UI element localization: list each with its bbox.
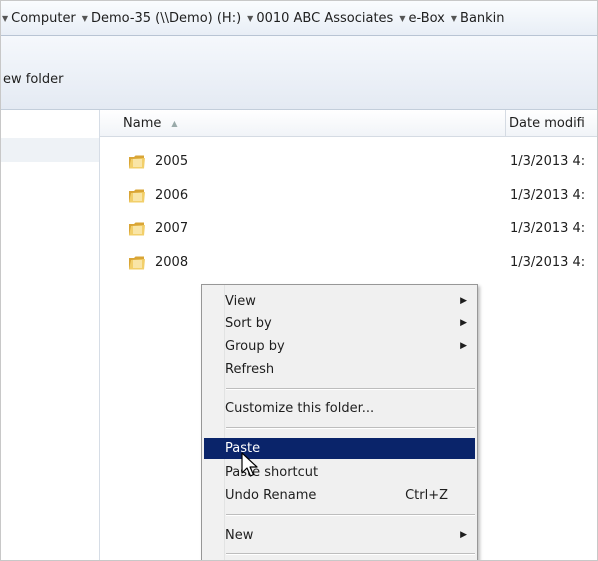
folder-icon — [129, 256, 145, 270]
mouse-pointer-icon — [241, 452, 258, 477]
breadcrumb-e-box[interactable]: ▼ e-Box — [396, 11, 448, 26]
column-header: Name ▲ Date modifi — [100, 110, 597, 137]
breadcrumb-abc-associates[interactable]: ▼ 0010 ABC Associates — [244, 11, 396, 26]
column-header-date-modified[interactable]: Date modifi — [506, 110, 597, 136]
submenu-arrow-icon: ▶ — [460, 530, 467, 540]
submenu-arrow-icon: ▶ — [460, 296, 467, 306]
new-folder-button[interactable]: ew folder — [3, 72, 64, 87]
submenu-arrow-icon: ▶ — [460, 341, 467, 351]
list-item[interactable]: 2008 1/3/2013 4: — [100, 252, 597, 274]
explorer-window: ▼ Computer ▼ Demo-35 (\\Demo) (H:) ▼ 001… — [0, 0, 598, 561]
menu-item-refresh[interactable]: Refresh — [204, 359, 475, 380]
menu-item-new[interactable]: New ▶ — [204, 525, 475, 546]
column-header-name[interactable]: Name ▲ — [100, 110, 506, 136]
menu-item-group-by[interactable]: Group by ▶ — [204, 336, 475, 357]
menu-item-view[interactable]: View ▶ — [204, 291, 475, 312]
chevron-down-icon[interactable]: ▼ — [399, 14, 405, 23]
navigation-pane-selected-item[interactable] — [1, 138, 99, 162]
menu-item-customize-folder[interactable]: Customize this folder... — [204, 398, 475, 419]
folder-icon — [129, 155, 145, 169]
menu-separator — [226, 553, 475, 555]
menu-separator — [226, 427, 475, 429]
menu-separator — [226, 388, 475, 390]
breadcrumb-computer[interactable]: ▼ Computer — [1, 11, 79, 26]
chevron-down-icon[interactable]: ▼ — [2, 14, 8, 23]
breadcrumb: ▼ Computer ▼ Demo-35 (\\Demo) (H:) ▼ 001… — [1, 1, 508, 35]
list-item[interactable]: 2007 1/3/2013 4: — [100, 218, 597, 240]
folder-icon — [129, 189, 145, 203]
breadcrumb-banking[interactable]: ▼ Bankin — [448, 11, 508, 26]
menu-item-sort-by[interactable]: Sort by ▶ — [204, 313, 475, 334]
breadcrumb-demo-drive[interactable]: ▼ Demo-35 (\\Demo) (H:) — [79, 11, 244, 26]
sort-ascending-icon: ▲ — [171, 118, 178, 128]
command-bar — [1, 36, 597, 110]
menu-item-undo-rename[interactable]: Undo Rename Ctrl+Z — [204, 485, 475, 506]
submenu-arrow-icon: ▶ — [460, 318, 467, 328]
address-bar[interactable]: ▼ Computer ▼ Demo-35 (\\Demo) (H:) ▼ 001… — [1, 1, 597, 36]
context-menu: View ▶ Sort by ▶ Group by ▶ Refresh Cust… — [201, 284, 478, 560]
chevron-down-icon[interactable]: ▼ — [82, 14, 88, 23]
list-item[interactable]: 2005 1/3/2013 4: — [100, 151, 597, 173]
list-item[interactable]: 2006 1/3/2013 4: — [100, 185, 597, 207]
folder-icon — [129, 222, 145, 236]
chevron-down-icon[interactable]: ▼ — [247, 14, 253, 23]
menu-separator — [226, 514, 475, 516]
navigation-pane[interactable] — [1, 110, 100, 560]
chevron-down-icon[interactable]: ▼ — [451, 14, 457, 23]
